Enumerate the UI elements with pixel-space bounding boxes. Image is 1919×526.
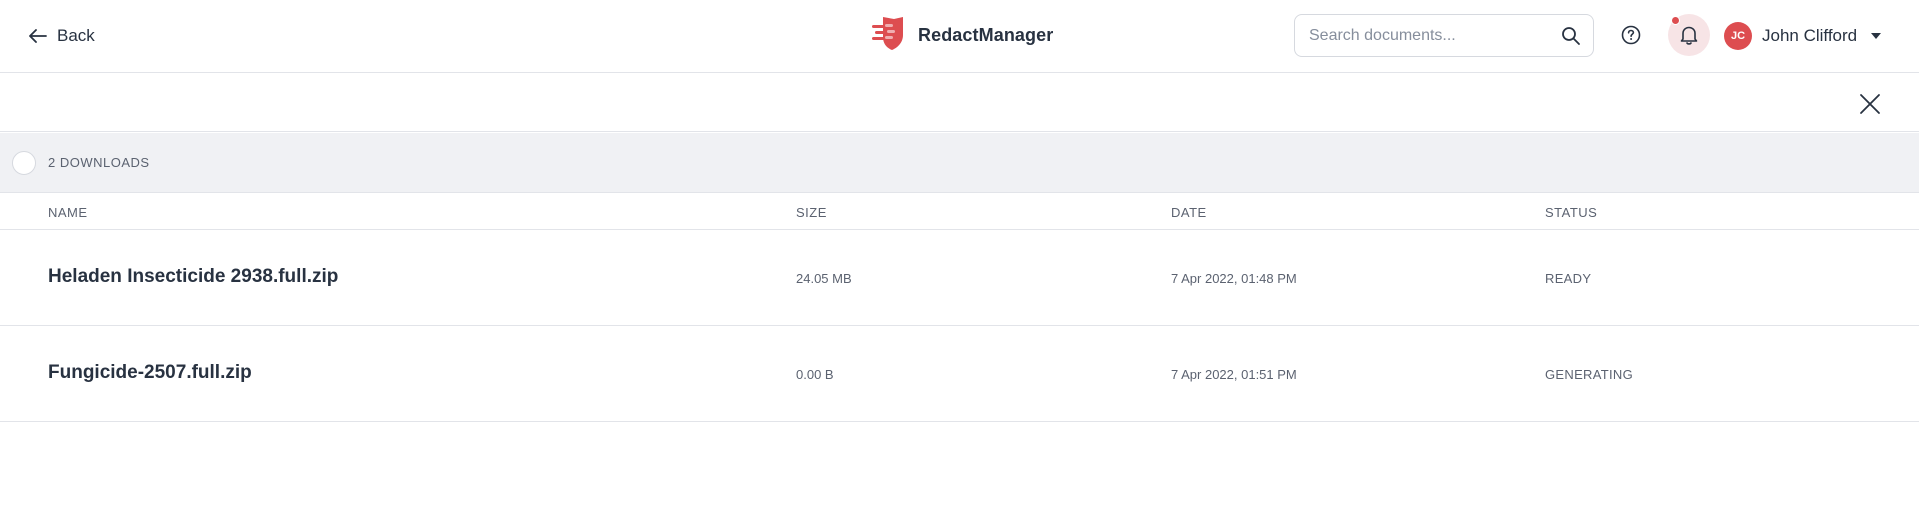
arrow-left-icon [29, 29, 47, 43]
brand-name: RedactManager [918, 24, 1054, 45]
selection-bar: 2 DOWNLOADS [0, 133, 1919, 193]
table-header: NAME SIZE DATE STATUS [0, 193, 1919, 230]
column-header-status[interactable]: STATUS [1545, 205, 1597, 220]
file-size: 24.05 MB [796, 271, 852, 286]
downloads-header [0, 73, 1919, 132]
table-row[interactable]: Heladen Insecticide 2938.full.zip 24.05 … [0, 230, 1919, 326]
file-date: 7 Apr 2022, 01:48 PM [1171, 271, 1297, 286]
avatar: JC [1724, 22, 1752, 50]
column-header-size[interactable]: SIZE [796, 205, 827, 220]
help-icon[interactable] [1620, 24, 1642, 46]
chevron-down-icon [1871, 33, 1882, 39]
downloads-count: 2 DOWNLOADS [48, 155, 150, 170]
search-input[interactable] [1295, 15, 1593, 56]
bell-icon [1679, 24, 1699, 46]
close-icon[interactable] [1858, 92, 1882, 116]
user-menu[interactable]: JC John Clifford [1724, 21, 1882, 51]
file-name: Heladen Insecticide 2938.full.zip [48, 266, 339, 287]
user-name: John Clifford [1762, 26, 1858, 45]
table-row[interactable]: Fungicide-2507.full.zip 0.00 B 7 Apr 202… [0, 326, 1919, 422]
file-name: Fungicide-2507.full.zip [48, 362, 252, 383]
search-box [1294, 14, 1594, 57]
top-bar: Back RedactManager JC [0, 0, 1919, 73]
column-header-date[interactable]: DATE [1171, 205, 1207, 220]
status-badge: GENERATING [1545, 367, 1633, 382]
notifications-button[interactable] [1668, 14, 1710, 56]
column-header-name[interactable]: NAME [48, 205, 88, 220]
file-size: 0.00 B [796, 367, 834, 382]
brand-logo: RedactManager [872, 16, 1053, 54]
status-badge: READY [1545, 271, 1592, 286]
select-all-checkbox[interactable] [12, 151, 36, 175]
back-button[interactable]: Back [29, 24, 95, 48]
shield-logo-icon [872, 15, 906, 56]
back-label: Back [57, 26, 95, 45]
search-icon[interactable] [1561, 26, 1581, 46]
file-date: 7 Apr 2022, 01:51 PM [1171, 367, 1297, 382]
